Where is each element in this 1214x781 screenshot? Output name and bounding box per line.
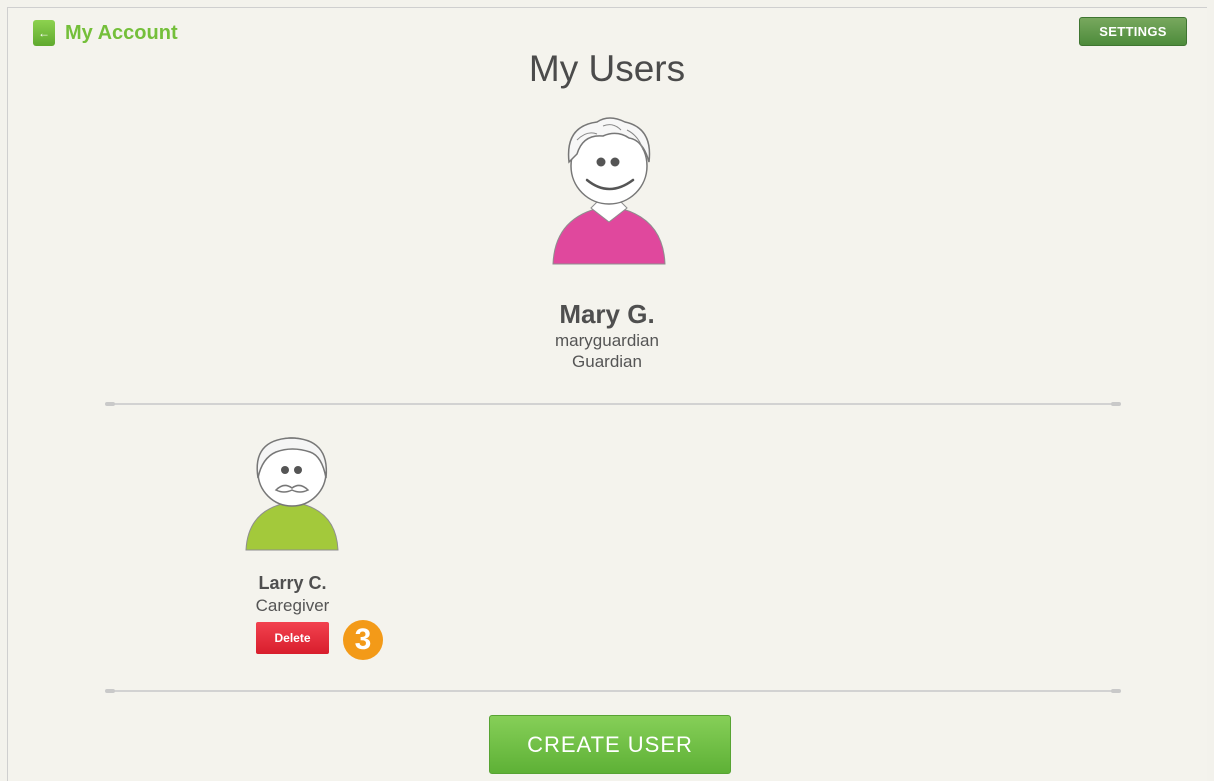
primary-user-username: maryguardian [555, 331, 659, 350]
create-user-button[interactable]: CREATE USER [489, 715, 731, 774]
settings-button[interactable]: SETTINGS [1079, 17, 1187, 46]
user-name: Larry C. [258, 573, 327, 593]
larry-avatar [245, 437, 339, 551]
page-title: My Users [528, 48, 686, 89]
back-arrow-icon: ← [33, 20, 55, 46]
primary-user-name: Mary G. [559, 299, 655, 329]
user-role: Caregiver [255, 596, 330, 615]
back-to-account-link[interactable]: ← My Account [33, 20, 178, 46]
back-label: My Account [65, 21, 178, 44]
divider-bottom [105, 689, 1121, 693]
step-number-badge: 3 [343, 620, 383, 660]
mary-avatar [552, 117, 666, 265]
divider-top [105, 402, 1121, 406]
delete-user-button[interactable]: Delete [256, 622, 329, 654]
primary-user-role: Guardian [572, 352, 642, 371]
